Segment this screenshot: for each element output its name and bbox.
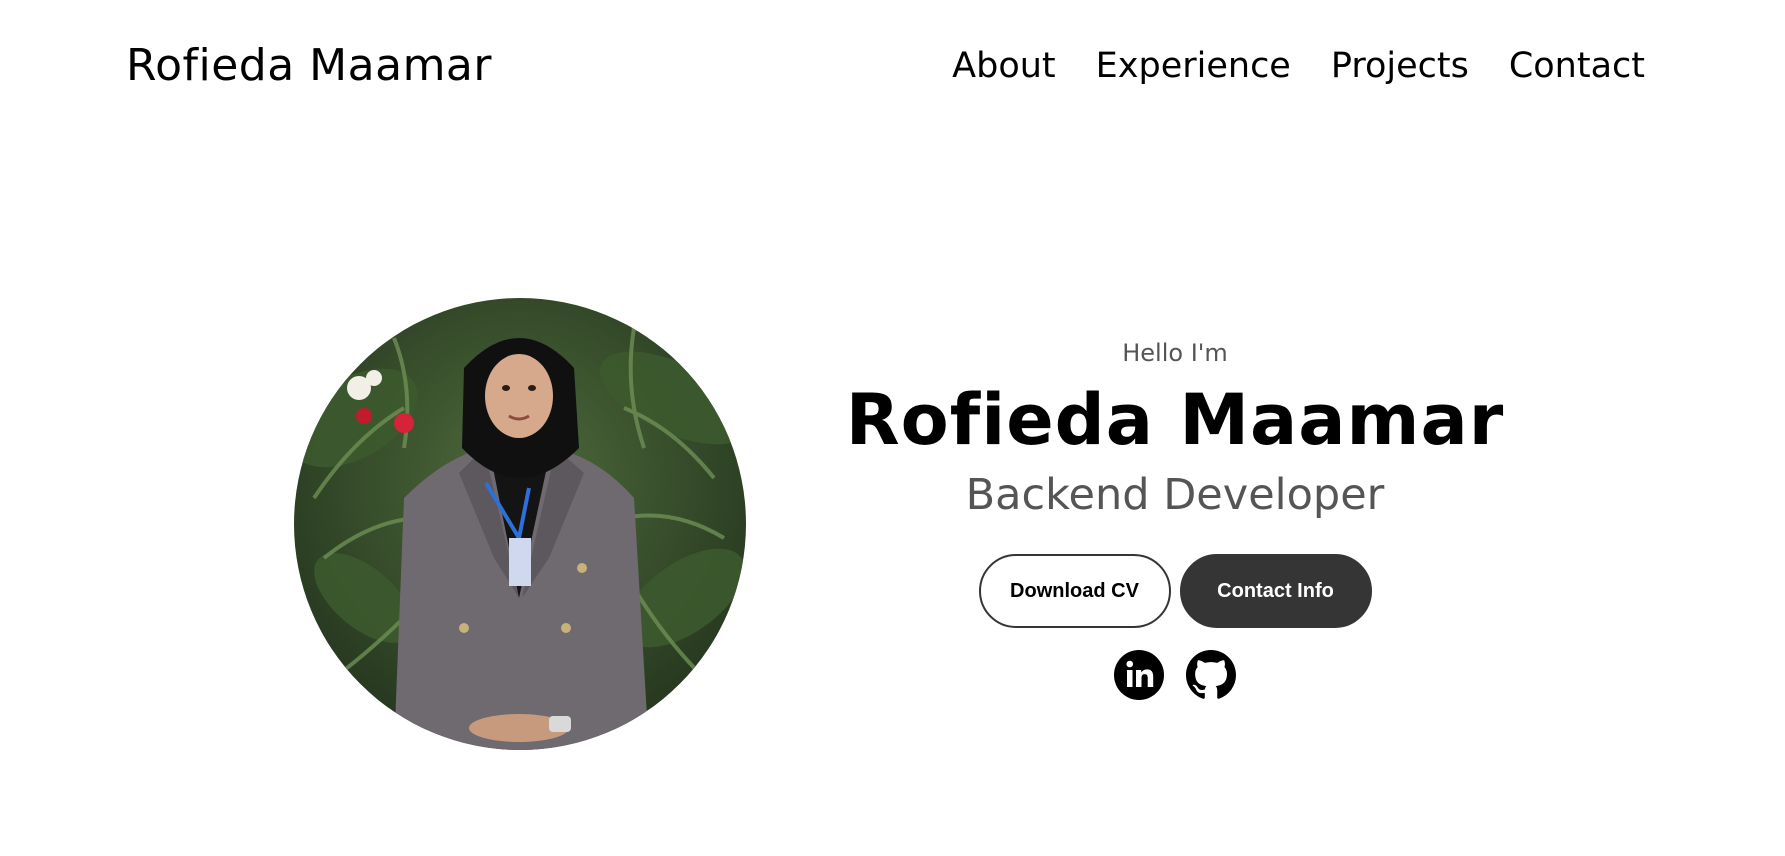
hero-buttons: Download CV Contact Info	[840, 554, 1510, 628]
navbar: Rofieda Maamar About Experience Projects…	[0, 0, 1785, 140]
social-links	[840, 650, 1510, 700]
greeting-text: Hello I'm	[1122, 339, 1228, 367]
hero-section: Hello I'm Rofieda Maamar Backend Develop…	[840, 330, 1510, 700]
nav-item-about: About	[952, 46, 1055, 86]
logo[interactable]: Rofieda Maamar	[126, 40, 492, 91]
nav-item-projects: Projects	[1331, 46, 1469, 86]
role-title: Backend Developer	[965, 470, 1385, 520]
nav-link-about[interactable]: About	[952, 46, 1055, 86]
page: Rofieda Maamar About Experience Projects…	[0, 0, 1785, 856]
nav-item-experience: Experience	[1096, 46, 1291, 86]
github-icon[interactable]	[1186, 650, 1236, 700]
profile-photo-illustration	[294, 298, 746, 750]
linkedin-icon[interactable]	[1114, 650, 1164, 700]
nav-links: About Experience Projects Contact	[952, 46, 1645, 86]
contact-info-button[interactable]: Contact Info	[1179, 554, 1372, 628]
profile-photo	[294, 298, 746, 750]
nav-link-projects[interactable]: Projects	[1331, 46, 1469, 86]
hero-name: Rofieda Maamar	[845, 379, 1505, 461]
download-cv-button[interactable]: Download CV	[978, 554, 1171, 628]
nav-item-contact: Contact	[1509, 46, 1645, 86]
nav-link-experience[interactable]: Experience	[1096, 46, 1291, 86]
nav-link-contact[interactable]: Contact	[1509, 46, 1645, 86]
